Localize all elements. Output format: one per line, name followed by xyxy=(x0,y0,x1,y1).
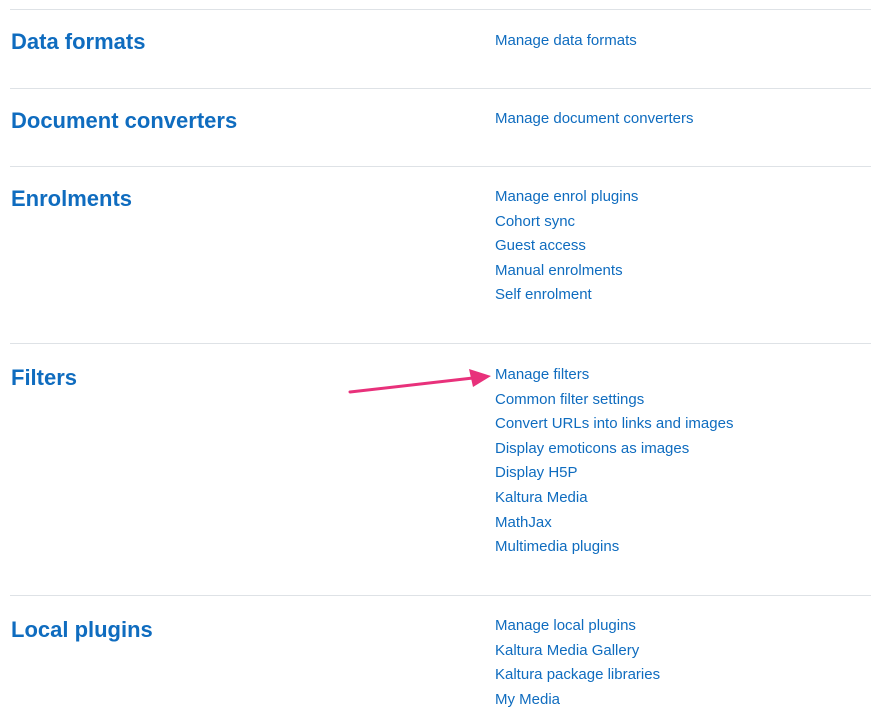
section-title-data-formats[interactable]: Data formats xyxy=(11,29,145,55)
section-divider xyxy=(10,88,871,89)
section-title-document-converters[interactable]: Document converters xyxy=(11,108,237,134)
link-manage-document-converters[interactable]: Manage document converters xyxy=(495,107,693,132)
section-links-filters: Manage filters Common filter settings Co… xyxy=(495,363,733,560)
section-title-enrolments[interactable]: Enrolments xyxy=(11,186,132,212)
link-cohort-sync[interactable]: Cohort sync xyxy=(495,210,638,235)
section-title-local-plugins[interactable]: Local plugins xyxy=(11,617,153,643)
link-self-enrolment[interactable]: Self enrolment xyxy=(495,283,638,308)
section-title-filters[interactable]: Filters xyxy=(11,365,77,391)
link-display-h5p[interactable]: Display H5P xyxy=(495,461,733,486)
link-display-emoticons[interactable]: Display emoticons as images xyxy=(495,437,733,462)
section-divider xyxy=(10,9,871,10)
link-my-media[interactable]: My Media xyxy=(495,688,660,712)
section-divider xyxy=(10,166,871,167)
link-kaltura-package-libraries[interactable]: Kaltura package libraries xyxy=(495,663,660,688)
annotation-arrow-icon xyxy=(348,369,491,394)
link-kaltura-media-gallery[interactable]: Kaltura Media Gallery xyxy=(495,639,660,664)
link-manage-filters[interactable]: Manage filters xyxy=(495,363,733,388)
section-links-enrolments: Manage enrol plugins Cohort sync Guest a… xyxy=(495,185,638,308)
section-divider xyxy=(10,595,871,596)
link-mathjax[interactable]: MathJax xyxy=(495,511,733,536)
section-divider xyxy=(10,343,871,344)
section-links-document-converters: Manage document converters xyxy=(495,107,693,132)
link-manual-enrolments[interactable]: Manual enrolments xyxy=(495,259,638,284)
link-kaltura-media[interactable]: Kaltura Media xyxy=(495,486,733,511)
link-guest-access[interactable]: Guest access xyxy=(495,234,638,259)
link-common-filter-settings[interactable]: Common filter settings xyxy=(495,388,733,413)
section-links-local-plugins: Manage local plugins Kaltura Media Galle… xyxy=(495,614,660,712)
section-links-data-formats: Manage data formats xyxy=(495,29,637,54)
link-manage-enrol-plugins[interactable]: Manage enrol plugins xyxy=(495,185,638,210)
link-manage-data-formats[interactable]: Manage data formats xyxy=(495,29,637,54)
link-manage-local-plugins[interactable]: Manage local plugins xyxy=(495,614,660,639)
link-multimedia-plugins[interactable]: Multimedia plugins xyxy=(495,535,733,560)
link-convert-urls[interactable]: Convert URLs into links and images xyxy=(495,412,733,437)
